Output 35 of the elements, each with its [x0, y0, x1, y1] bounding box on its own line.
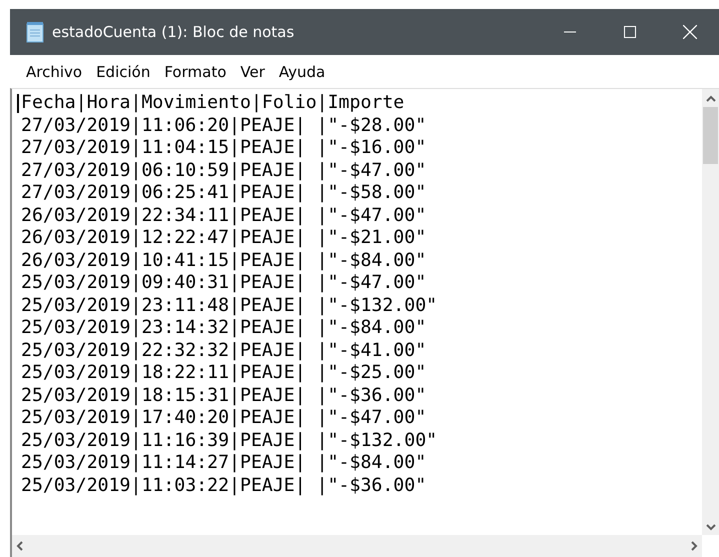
text-line: 25/03/2019|11:14:27|PEAJE| |"-$84.00": [21, 452, 426, 474]
vertical-scrollbar[interactable]: [702, 89, 719, 535]
menu-item[interactable]: Ayuda: [272, 60, 332, 82]
text-cursor: [17, 94, 19, 113]
text-line: 25/03/2019|23:11:48|PEAJE| |"-$132.00": [21, 294, 438, 317]
menu-item[interactable]: Archivo: [20, 60, 88, 82]
text-line: 26/03/2019|10:41:15|PEAJE| |"-$84.00": [21, 250, 426, 272]
notepad-icon: [24, 21, 46, 43]
scroll-left-icon[interactable]: [16, 541, 24, 551]
maximize-icon: [624, 26, 636, 38]
close-icon: [683, 25, 697, 39]
horizontal-scrollbar[interactable]: [12, 535, 702, 557]
text-line: Fecha|Hora|Movimiento|Folio|Importe: [21, 92, 404, 114]
menu-item[interactable]: Edición: [90, 60, 156, 82]
text-line: 27/03/2019|06:10:59|PEAJE| |"-$47.00": [21, 160, 426, 182]
text-line: 27/03/2019|11:06:20|PEAJE| |"-$28.00": [21, 114, 426, 137]
scroll-up-icon[interactable]: [706, 95, 716, 103]
menu-item[interactable]: Formato: [158, 60, 232, 82]
text-line: 25/03/2019|11:16:39|PEAJE| |"-$132.00": [21, 430, 438, 452]
text-line: 27/03/2019|11:04:15|PEAJE| |"-$16.00": [21, 137, 426, 160]
scroll-down-icon[interactable]: [706, 523, 716, 531]
text-line: 25/03/2019|18:15:31|PEAJE| |"-$36.00": [21, 384, 426, 407]
text-line: 26/03/2019|22:34:11|PEAJE| |"-$47.00": [21, 204, 426, 227]
text-line: 25/03/2019|23:14:32|PEAJE| |"-$84.00": [21, 317, 426, 340]
text-line: 25/03/2019|22:32:32|PEAJE| |"-$41.00": [21, 340, 426, 362]
text-line: 26/03/2019|12:22:47|PEAJE| |"-$21.00": [21, 227, 426, 250]
text-line: 25/03/2019|17:40:20|PEAJE| |"-$47.00": [21, 407, 426, 430]
text-line: 27/03/2019|06:25:41|PEAJE| |"-$58.00": [21, 182, 426, 204]
text-line: 25/03/2019|09:40:31|PEAJE| |"-$47.00": [21, 272, 426, 294]
window-title: estadoCuenta (1): Bloc de notas: [52, 23, 296, 41]
text-line: 25/03/2019|18:22:11|PEAJE| |"-$25.00": [21, 362, 426, 384]
scroll-thumb[interactable]: [703, 107, 718, 164]
text-line: 25/03/2019|11:03:22|PEAJE| |"-$36.00": [21, 474, 426, 497]
menu-item[interactable]: Ver: [234, 60, 271, 82]
scroll-right-icon[interactable]: [690, 541, 698, 551]
